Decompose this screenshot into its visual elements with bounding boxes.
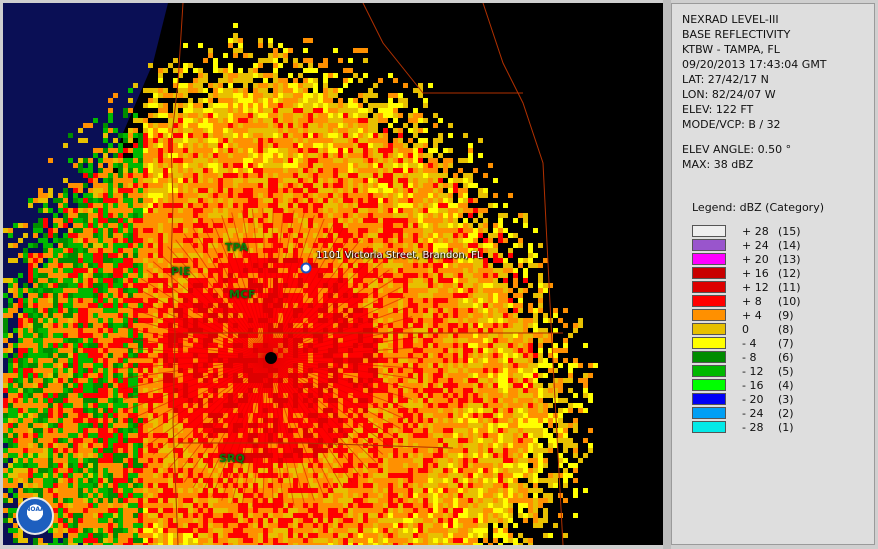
legend-swatch [692,351,726,363]
radar-info: NEXRAD LEVEL-III BASE REFLECTIVITY KTBW … [682,12,827,132]
legend-value: - 12 [742,364,764,378]
elevation: ELEV: 122 FT [682,103,754,116]
legend-category: (10) [778,294,801,308]
legend-swatch [692,267,726,279]
noaa-logo-icon: NOAA [16,497,54,535]
info-panel: NEXRAD LEVEL-III BASE REFLECTIVITY KTBW … [671,3,875,545]
latitude: LAT: 27/42/17 N [682,73,769,86]
legend-category: (1) [778,420,794,434]
legend-swatch [692,393,726,405]
legend-swatch [692,365,726,377]
legend-value: - 24 [742,406,764,420]
airport-label-srq: SRQ [219,452,245,465]
elev-angle: ELEV ANGLE: 0.50 ° [682,143,792,156]
legend-category: (14) [778,238,801,252]
legend-category: (7) [778,336,794,350]
legend-row: - 4 (7) [692,336,801,350]
legend-row: - 24 (2) [692,406,801,420]
legend-row: - 20 (3) [692,392,801,406]
legend-value: + 8 [742,294,762,308]
legend-category: (8) [778,322,794,336]
legend-swatch [692,421,726,433]
legend-category: (2) [778,406,794,420]
legend-swatch [692,323,726,335]
noaa-logo-text: NOAA [25,506,45,513]
legend-row: - 16 (4) [692,378,801,392]
legend-value: - 16 [742,378,764,392]
reflectivity-image [3,3,663,545]
legend-swatch [692,337,726,349]
legend-value: + 28 [742,224,769,238]
legend-category: (15) [778,224,801,238]
legend-row: + 16 (12) [692,266,801,280]
radar-site-icon [265,352,277,364]
airport-label-mcf: MCF [229,288,256,301]
legend-row: 0 (8) [692,322,801,336]
legend-value: - 4 [742,336,757,350]
legend-swatch [692,253,726,265]
scan-info: ELEV ANGLE: 0.50 ° MAX: 38 dBZ [682,142,791,172]
legend-value: - 20 [742,392,764,406]
legend-value: 0 [742,322,749,336]
longitude: LON: 82/24/07 W [682,88,776,101]
max-reflectivity: MAX: 38 dBZ [682,158,754,171]
station-line: KTBW - TAMPA, FL [682,43,780,56]
product-line: NEXRAD LEVEL-III [682,13,779,26]
legend-category: (13) [778,252,801,266]
product-name: BASE REFLECTIVITY [682,28,791,41]
legend-swatch [692,379,726,391]
legend-swatch [692,281,726,293]
panel-divider[interactable] [663,0,671,549]
legend-row: - 8 (6) [692,350,801,364]
legend-category: (6) [778,350,794,364]
legend-row: + 12 (11) [692,280,801,294]
legend-swatch [692,407,726,419]
location-marker-icon[interactable] [300,262,312,274]
timestamp: 09/20/2013 17:43:04 GMT [682,58,827,71]
airport-label-tpa: TPA [225,241,249,254]
legend-category: (3) [778,392,794,406]
legend-category: (5) [778,364,794,378]
legend-swatch [692,239,726,251]
legend-value: + 16 [742,266,769,280]
legend-row: + 28 (15) [692,224,801,238]
legend-value: - 28 [742,420,764,434]
legend-row: + 8 (10) [692,294,801,308]
radar-map[interactable]: TPA PIE MCF SRQ 1101 Victoria Street, Br… [3,3,663,545]
legend-category: (11) [778,280,801,294]
legend-row: - 28 (1) [692,420,801,434]
legend-row: - 12 (5) [692,364,801,378]
legend-value: + 24 [742,238,769,252]
color-legend: + 28 (15) + 24 (14) + 20 (13) + 16 (12) + 12 (11)… [692,224,801,434]
legend-row: + 20 (13) [692,252,801,266]
legend-value: + 4 [742,308,762,322]
legend-row: + 4 (9) [692,308,801,322]
legend-title: Legend: dBZ (Category) [692,201,824,214]
radar-viewer: TPA PIE MCF SRQ 1101 Victoria Street, Br… [0,0,878,549]
legend-value: + 20 [742,252,769,266]
legend-category: (12) [778,266,801,280]
legend-row: + 24 (14) [692,238,801,252]
legend-swatch [692,309,726,321]
legend-value: - 8 [742,350,757,364]
legend-swatch [692,225,726,237]
legend-value: + 12 [742,280,769,294]
address-label: 1101 Victoria Street, Brandon, FL [316,250,483,261]
airport-label-pie: PIE [171,265,191,278]
mode-vcp: MODE/VCP: B / 32 [682,118,781,131]
legend-category: (9) [778,308,794,322]
legend-category: (4) [778,378,794,392]
legend-swatch [692,295,726,307]
